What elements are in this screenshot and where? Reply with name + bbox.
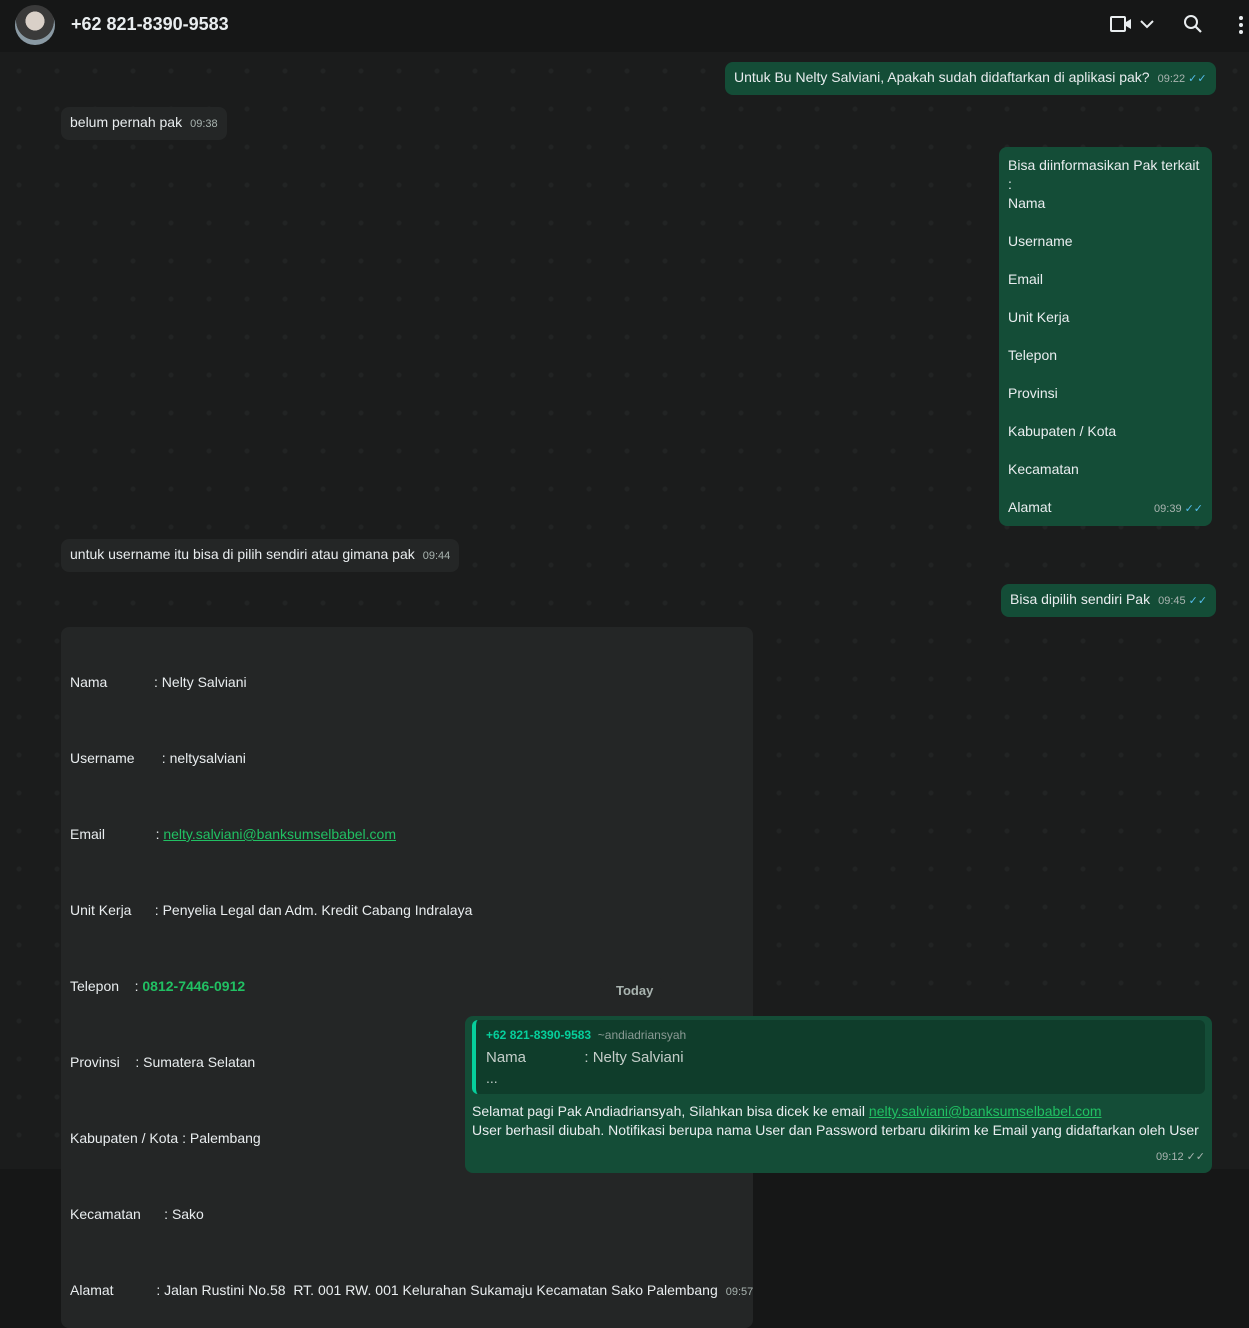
message-line: Email xyxy=(1008,271,1044,287)
message-line: Provinsi xyxy=(1008,385,1058,401)
message-incoming[interactable]: belum pernah pak 09:38 xyxy=(61,107,227,140)
message-time: 09:45 xyxy=(1158,595,1186,607)
more-menu-icon[interactable] xyxy=(1238,14,1244,39)
double-check-icon: ✓✓ xyxy=(1184,503,1203,515)
quoted-message[interactable]: +62 821-8390-9583 ~andiadriansyah Nama :… xyxy=(472,1020,1205,1094)
quote-text: Nama : Nelty Salviani xyxy=(486,1049,684,1066)
message-line: Kecamatan xyxy=(1008,461,1079,477)
message-line: Bisa diinformasikan Pak terkait : xyxy=(1008,157,1200,192)
message-time: 09:44 xyxy=(422,550,451,562)
message-text: Selamat pagi Pak Andiadriansyah, Silahka… xyxy=(472,1103,869,1119)
double-check-icon: ✓✓ xyxy=(1188,73,1207,85)
message-text: Bisa dipilih sendiri Pak xyxy=(1010,591,1151,607)
double-check-icon: ✓✓ xyxy=(1186,1151,1205,1163)
search-icon[interactable] xyxy=(1183,14,1203,37)
message-time: 09:57 xyxy=(725,1286,754,1298)
message-outgoing[interactable]: +62 821-8390-9583 ~andiadriansyah Nama :… xyxy=(465,1016,1212,1173)
double-check-icon: ✓✓ xyxy=(1188,595,1208,607)
date-divider: Today xyxy=(605,978,665,1003)
message-line: Unit Kerja xyxy=(1008,309,1070,325)
message-line: Kabupaten / Kota xyxy=(1008,423,1117,439)
message-line: Username xyxy=(1008,233,1073,249)
quote-more: ... xyxy=(486,1070,498,1086)
message-line: Email : xyxy=(70,826,164,842)
message-time: 09:38 xyxy=(190,118,218,130)
message-time: 09:39 xyxy=(1154,503,1182,515)
message-text: belum pernah pak xyxy=(70,114,183,130)
avatar[interactable] xyxy=(15,5,55,45)
message-text: User berhasil diubah. Notifikasi berupa … xyxy=(472,1122,1199,1138)
message-line: Alamat : Jalan Rustini No.58 RT. 001 RW.… xyxy=(70,1282,718,1298)
quote-sender-name: ~andiadriansyah xyxy=(597,1028,687,1042)
message-line: Username : neltysalviani xyxy=(70,750,246,766)
message-line: Nama xyxy=(1008,195,1046,211)
email-link[interactable]: nelty.salviani@banksumselbabel.com xyxy=(869,1103,1102,1119)
message-line: Kecamatan : Sako xyxy=(70,1206,204,1222)
message-incoming[interactable]: untuk username itu bisa di pilih sendiri… xyxy=(61,539,460,572)
email-link[interactable]: nelty.salviani@banksumselbabel.com xyxy=(163,826,396,842)
message-line: Alamat xyxy=(1008,499,1052,515)
message-line: Telepon : xyxy=(70,978,143,994)
message-outgoing[interactable]: Bisa dipilih sendiri Pak 09:45 ✓✓ xyxy=(1001,584,1217,617)
message-line: Nama : Nelty Salviani xyxy=(70,674,247,690)
chat-header: +62 821-8390-9583 xyxy=(0,0,1249,52)
video-call-icon[interactable] xyxy=(1110,14,1132,37)
quote-sender: +62 821-8390-9583 xyxy=(486,1028,592,1042)
message-line: Telepon xyxy=(1008,347,1058,363)
contact-title[interactable]: +62 821-8390-9583 xyxy=(71,14,229,35)
message-text: untuk username itu bisa di pilih sendiri… xyxy=(70,546,415,562)
phone-link[interactable]: 0812-7446-0912 xyxy=(142,978,245,994)
chevron-down-icon[interactable] xyxy=(1140,14,1154,37)
message-text: Untuk Bu Nelty Salviani, Apakah sudah di… xyxy=(734,69,1150,85)
message-line: Unit Kerja : Penyelia Legal dan Adm. Kre… xyxy=(70,902,473,918)
message-time: 09:12 xyxy=(1156,1151,1184,1163)
message-time: 09:22 xyxy=(1157,73,1186,85)
message-outgoing[interactable]: Bisa diinformasikan Pak terkait : Nama U… xyxy=(999,147,1212,526)
message-outgoing[interactable]: Untuk Bu Nelty Salviani, Apakah sudah di… xyxy=(725,62,1216,95)
